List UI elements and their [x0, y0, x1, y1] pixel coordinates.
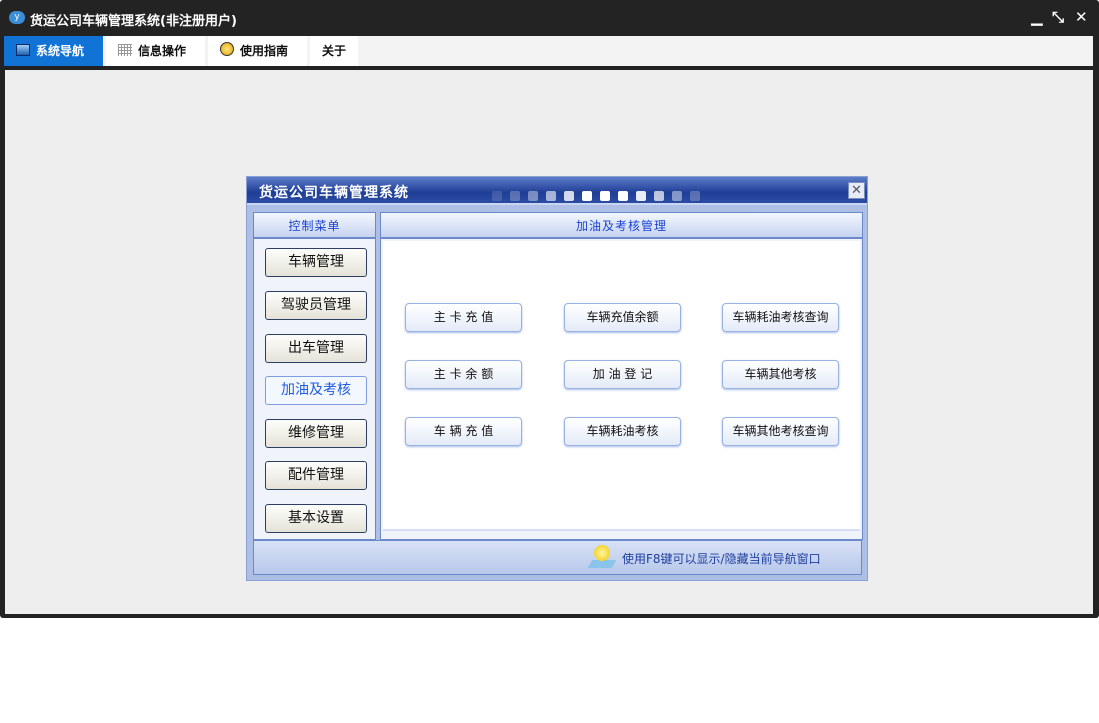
fuel-assessment-header: 加油及考核管理: [381, 213, 862, 239]
fuel-assessment-query-button[interactable]: 车辆耗油考核查询: [722, 303, 839, 332]
app-logo-icon: y: [9, 11, 25, 24]
monitor-icon: [16, 44, 30, 56]
control-menu-header: 控制菜单: [254, 213, 375, 239]
dialog-titlebar[interactable]: 货运公司车辆管理系统 ✕: [247, 177, 867, 205]
footer-hint: 使用F8键可以显示/隐藏当前导航窗口: [622, 552, 821, 566]
window-title: 货运公司车辆管理系统(非注册用户): [30, 14, 237, 29]
nav-dialog: 货运公司车辆管理系统 ✕ 控制菜单 车辆管理 驾驶员管理 出车管理 加油及考核 …: [246, 176, 868, 581]
grid-icon: [118, 44, 132, 56]
restore-button[interactable]: ⤡: [1052, 8, 1064, 26]
vehicle-recharge-balance-button[interactable]: 车辆充值余额: [564, 303, 681, 332]
other-assessment-button[interactable]: 车辆其他考核: [722, 360, 839, 389]
tab-info-ops[interactable]: 信息操作: [106, 36, 205, 66]
fuel-assessment-button[interactable]: 车辆耗油考核: [564, 417, 681, 446]
dialog-title: 货运公司车辆管理系统: [259, 185, 409, 201]
close-button[interactable]: ✕: [1075, 8, 1088, 26]
menu-driver-management[interactable]: 驾驶员管理: [265, 291, 367, 320]
fuel-assessment-panel: 加油及考核管理 主 卡 充 值 车辆充值余额 车辆耗油考核查询 主 卡 余 额 …: [380, 212, 863, 540]
control-menu-panel: 控制菜单 车辆管理 驾驶员管理 出车管理 加油及考核 维修管理 配件管理 基本设…: [253, 212, 376, 540]
tab-label: 系统导航: [36, 44, 85, 58]
tab-about[interactable]: 关于: [310, 36, 358, 66]
help-icon: [220, 42, 234, 56]
minimize-button[interactable]: ▁: [1031, 8, 1043, 26]
menu-basic-settings[interactable]: 基本设置: [265, 504, 367, 533]
tab-label: 信息操作: [138, 44, 187, 58]
tab-label: 关于: [322, 44, 347, 58]
menu-fuel-assessment[interactable]: 加油及考核: [265, 376, 367, 405]
menu-dispatch-management[interactable]: 出车管理: [265, 334, 367, 363]
vehicle-recharge-button[interactable]: 车 辆 充 值: [405, 417, 522, 446]
main-card-balance-button[interactable]: 主 卡 余 额: [405, 360, 522, 389]
tab-label: 使用指南: [240, 44, 289, 58]
decorative-dots: [492, 186, 708, 205]
tab-bar: 系统导航 信息操作 使用指南 关于: [4, 36, 1093, 66]
menu-repair-management[interactable]: 维修管理: [265, 419, 367, 448]
lightbulb-base-icon: [587, 560, 617, 568]
tab-guide[interactable]: 使用指南: [208, 36, 307, 66]
other-assessment-query-button[interactable]: 车辆其他考核查询: [722, 417, 839, 446]
dialog-footer: 使用F8键可以显示/隐藏当前导航窗口: [253, 540, 862, 575]
lightbulb-icon: [594, 545, 610, 561]
tab-system-nav[interactable]: 系统导航: [4, 36, 103, 66]
action-area: 主 卡 充 值 车辆充值余额 车辆耗油考核查询 主 卡 余 额 加 油 登 记 …: [383, 241, 860, 531]
dialog-close-button[interactable]: ✕: [848, 182, 865, 199]
menu-vehicle-management[interactable]: 车辆管理: [265, 248, 367, 277]
refuel-register-button[interactable]: 加 油 登 记: [564, 360, 681, 389]
menu-parts-management[interactable]: 配件管理: [265, 461, 367, 490]
main-card-recharge-button[interactable]: 主 卡 充 值: [405, 303, 522, 332]
